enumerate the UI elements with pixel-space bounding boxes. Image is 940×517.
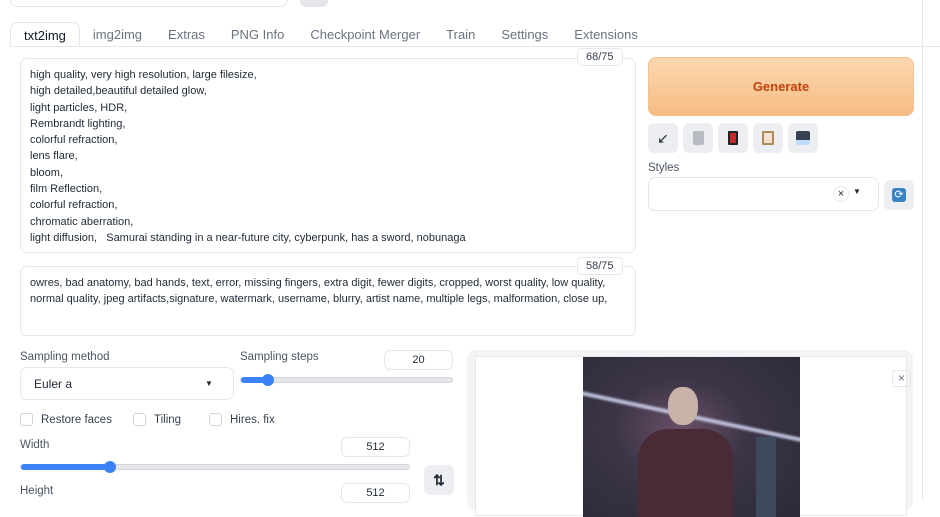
tab-bar: txt2img img2img Extras PNG Info Checkpoi…	[10, 22, 651, 47]
save-style-button[interactable]	[788, 123, 818, 153]
clear-prompt-button[interactable]	[683, 123, 713, 153]
gallery-panel: ×	[467, 350, 913, 517]
tab-txt2img[interactable]: txt2img	[10, 22, 80, 47]
styles-dropdown[interactable]: × ▼	[648, 177, 879, 211]
checkbox-box[interactable]	[133, 413, 146, 426]
checkbox-label: Restore faces	[41, 413, 112, 426]
tiling-checkbox[interactable]: Tiling	[133, 413, 181, 426]
checkbox-box[interactable]	[20, 413, 33, 426]
sampling-steps-label: Sampling steps	[240, 351, 319, 363]
gallery-frame: ×	[475, 356, 911, 517]
negative-token-counter: 58/75	[577, 257, 623, 275]
close-icon: ×	[897, 371, 905, 385]
figure-head	[668, 387, 698, 425]
sampling-steps-slider[interactable]	[240, 374, 453, 386]
negative-prompt-textarea[interactable]: owres, bad anatomy, bad hands, text, err…	[20, 266, 636, 336]
slider-fill	[21, 464, 111, 470]
swap-arrows-icon: ⇅	[433, 471, 445, 488]
floppy-disk-icon	[796, 131, 810, 145]
tab-divider	[10, 46, 940, 47]
checkbox-label: Hires. fix	[230, 413, 275, 426]
checkbox-box[interactable]	[209, 413, 222, 426]
show-extra-networks-button[interactable]	[718, 123, 748, 153]
width-input[interactable]: 512	[341, 437, 410, 457]
slider-thumb[interactable]	[104, 461, 117, 473]
clear-icon[interactable]: ×	[833, 186, 849, 202]
card-icon	[728, 131, 738, 145]
tab-png-info[interactable]: PNG Info	[218, 22, 297, 47]
tab-train[interactable]: Train	[433, 22, 488, 47]
generated-image[interactable]	[583, 357, 800, 517]
top-input[interactable]	[10, 0, 288, 7]
prompt-textarea[interactable]: high quality, very high resolution, larg…	[20, 58, 636, 253]
chevron-down-icon: ▼	[205, 379, 213, 388]
slider-thumb[interactable]	[262, 374, 275, 386]
refresh-styles-button[interactable]: ⟳	[884, 180, 914, 210]
column-divider	[922, 0, 923, 500]
height-label: Height	[20, 485, 54, 497]
tab-checkpoint-merger[interactable]: Checkpoint Merger	[297, 22, 433, 47]
figure-body	[638, 429, 733, 517]
trash-icon	[692, 131, 704, 145]
apply-style-button[interactable]	[753, 123, 783, 153]
top-button[interactable]	[300, 0, 328, 7]
restore-faces-checkbox[interactable]: Restore faces	[20, 413, 112, 426]
generate-button[interactable]: Generate	[648, 57, 914, 116]
paste-params-button[interactable]: ↙	[648, 123, 678, 153]
styles-label: Styles	[648, 162, 680, 174]
tab-img2img[interactable]: img2img	[80, 22, 155, 47]
sampling-method-value: Euler a	[34, 377, 73, 391]
sampling-steps-input[interactable]: 20	[384, 350, 453, 370]
clipboard-icon	[762, 131, 774, 145]
chevron-down-icon: ▼	[853, 187, 861, 196]
skyscraper	[756, 437, 776, 517]
prompt-token-counter: 68/75	[577, 48, 623, 66]
sampling-method-dropdown[interactable]: Euler a ▼	[20, 367, 234, 400]
tab-extensions[interactable]: Extensions	[561, 22, 651, 47]
sampling-method-label: Sampling method	[20, 351, 110, 363]
height-input[interactable]: 512	[341, 483, 410, 503]
width-slider[interactable]	[20, 461, 410, 473]
arrow-down-left-icon: ↙	[657, 129, 669, 146]
refresh-icon: ⟳	[892, 188, 906, 202]
tab-extras[interactable]: Extras	[155, 22, 218, 47]
checkbox-label: Tiling	[154, 413, 182, 426]
width-label: Width	[20, 439, 50, 451]
hires-fix-checkbox[interactable]: Hires. fix	[209, 413, 275, 426]
tab-settings[interactable]: Settings	[488, 22, 561, 47]
swap-dimensions-button[interactable]: ⇅	[424, 465, 454, 495]
close-image-button[interactable]: ×	[892, 370, 911, 387]
